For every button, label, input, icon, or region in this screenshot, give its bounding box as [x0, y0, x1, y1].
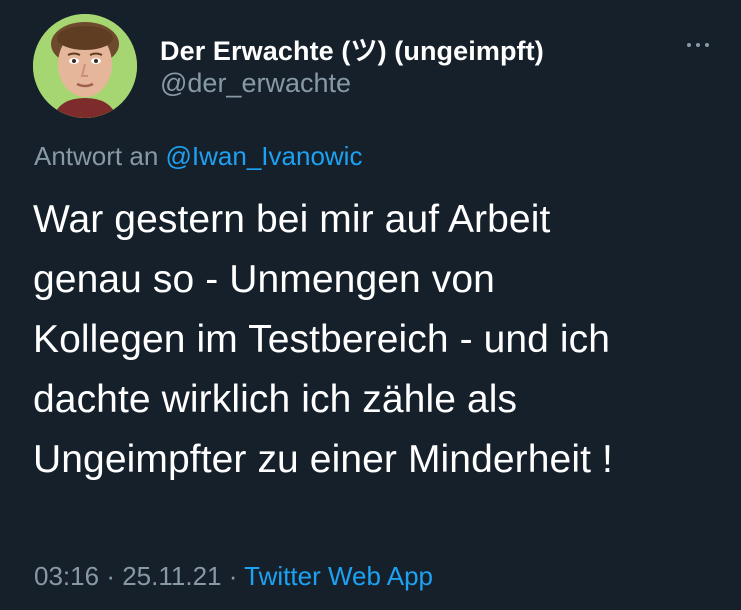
author-avatar[interactable] [33, 14, 137, 118]
author-handle[interactable]: @der_erwachte [160, 68, 351, 99]
tweet-card: Der Erwachte (ツ) (ungeimpft) @der_erwach… [0, 0, 741, 610]
tweet-time[interactable]: 03:16 [34, 561, 99, 591]
more-horizontal-icon-dot [696, 43, 700, 47]
meta-separator: · [106, 561, 115, 591]
more-options-button[interactable] [676, 30, 720, 60]
meta-separator-2: · [228, 561, 238, 591]
reply-to-mention-link[interactable]: @Iwan_Ivanowic [166, 141, 363, 171]
tweet-date[interactable]: 25.11.21 [122, 561, 221, 591]
reply-prefix: Antwort an [34, 141, 159, 171]
more-horizontal-icon-dot [705, 43, 709, 47]
more-horizontal-icon [687, 43, 691, 47]
reply-context: Antwort an @Iwan_Ivanowic [34, 141, 362, 172]
tweet-text: War gestern bei mir auf Arbeit genau so … [33, 198, 613, 481]
author-display-name[interactable]: Der Erwachte (ツ) (ungeimpft) [160, 29, 544, 68]
tweet-meta: 03:16 · 25.11.21 · Twitter Web App [34, 561, 433, 592]
avatar-portrait-icon [33, 14, 137, 118]
tweet-source-link[interactable]: Twitter Web App [244, 561, 433, 591]
